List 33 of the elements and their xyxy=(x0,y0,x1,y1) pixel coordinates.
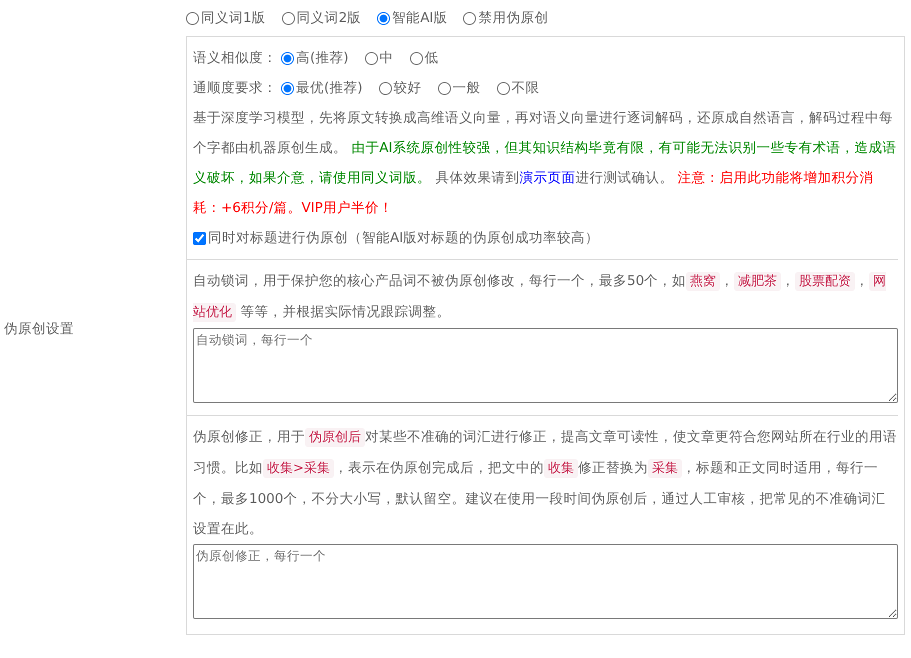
demo-link[interactable]: 演示页面 xyxy=(519,170,576,186)
option-label: 中 xyxy=(380,49,394,68)
correction-hint: 伪原创修正，用于 伪原创后 对某些不准确的词汇进行修正，提高文章可读性，使文章更符合您网站所在行业的用语习惯。比如 收集>采集 ，表示在伪原创完成后，把文中的 收集 修正替换为 采集 ，标题和正文同时适用，每行一个，最多1000个，不分大小写，默认留空。建议在使用一段时间伪原创后，通过人工审核，把常见的不准确词汇设置在此。 xyxy=(193,427,898,540)
lock-words-field[interactable]: 自动锁词，每行一个 xyxy=(193,328,898,403)
section-label: 伪原创设置 xyxy=(3,320,74,339)
option-label: 同义词2版 xyxy=(296,8,362,28)
option-label: 最优(推荐) xyxy=(296,79,363,98)
description-text: 基于深度学习模型，先将原文转换成高维语义向量，再对语义向量进行逐词解码，还原成自然语言，解码过程中每个字都由机器原创生成。 由于AI系统原创性较强，但其知识结构毕竟有限，有可能无法识别一些专有术语，造成语义破坏，如果介意，请使用同义词版。 具体效果请到演示页面进行测试确认。 注意：启用此功能将增加积分消耗：+6积分/篇。VIP用户半价！ xyxy=(193,109,898,218)
checkbox[interactable] xyxy=(193,232,206,244)
option-label: 较好 xyxy=(394,79,422,98)
radio-button[interactable] xyxy=(186,12,199,24)
option-label: 不限 xyxy=(512,79,540,98)
radio-button[interactable] xyxy=(438,82,451,94)
radio-button[interactable] xyxy=(410,52,423,64)
radio-button[interactable] xyxy=(378,82,392,94)
checkbox-label: 同时对标题进行伪原创（智能AI版对标题的伪原创成功率较高） xyxy=(208,229,600,248)
setting-label: 通顺度要求： xyxy=(193,79,277,98)
option-label: 智能AI版 xyxy=(392,8,448,28)
setting-label: 语义相似度： xyxy=(193,49,277,68)
radio-button[interactable] xyxy=(281,52,294,64)
radio-button[interactable] xyxy=(282,12,295,24)
option-label: 禁用伪原创 xyxy=(478,8,548,28)
option-label: 同义词1版 xyxy=(201,8,266,28)
option-label: 高(推荐) xyxy=(296,49,349,68)
lock-words-hint: 自动锁词，用于保护您的核心产品词不被伪原创修改，每行一个，最多50个，如 燕窝 ， 减肥茶 ， 股票配资 ， 网站优化 等等，并根据实际情况跟踪调整。 xyxy=(193,271,888,324)
radio-button[interactable] xyxy=(281,82,294,94)
radio-button[interactable] xyxy=(496,82,510,94)
correction-field[interactable]: 伪原创修正，每行一个 xyxy=(193,544,898,620)
option-label: 一般 xyxy=(452,79,481,98)
option-label: 低 xyxy=(424,49,439,68)
radio-button[interactable] xyxy=(377,12,390,24)
radio-button[interactable] xyxy=(463,12,476,24)
radio-button[interactable] xyxy=(364,52,378,64)
